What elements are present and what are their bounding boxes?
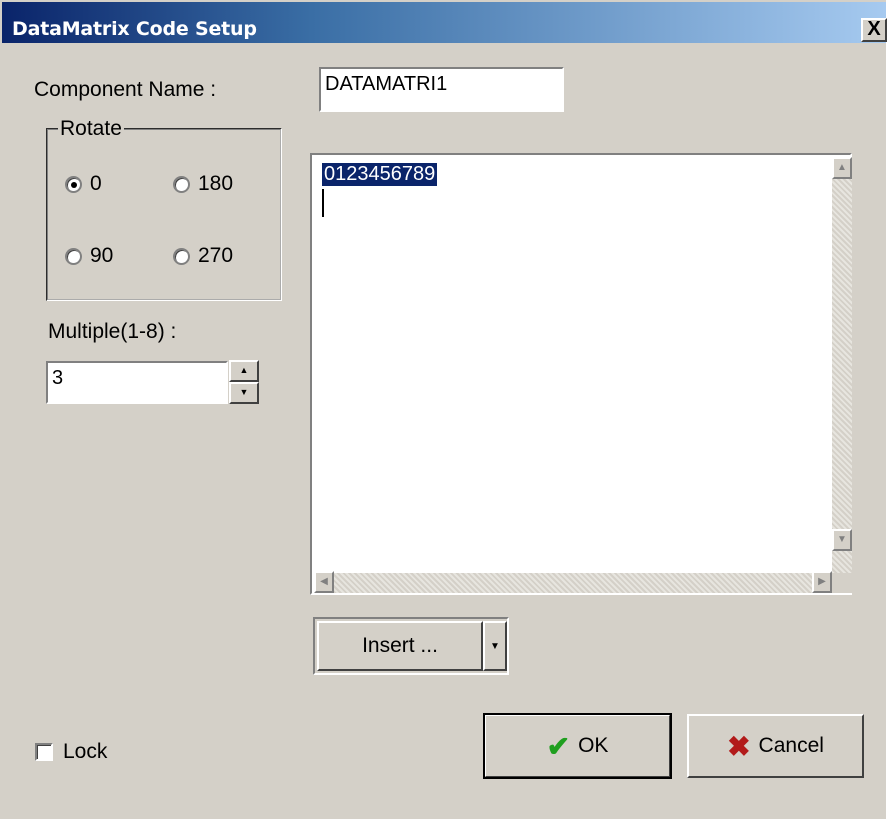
scroll-left-button[interactable]: ◀	[314, 571, 334, 593]
rotate-radio-90[interactable]: 90	[65, 244, 113, 268]
rotate-option-label: 0	[90, 172, 102, 195]
rotate-option-label: 270	[198, 244, 234, 267]
arrow-up-icon: ▲	[837, 162, 847, 173]
cancel-label: Cancel	[758, 734, 824, 757]
content-textarea[interactable]: 0123456789 ▲ ▼ ◀ ▶	[310, 153, 852, 595]
close-button[interactable]: X	[861, 18, 887, 42]
radio-indicator	[173, 247, 190, 265]
lock-label: Lock	[63, 740, 108, 763]
vertical-scrollbar[interactable]: ▲ ▼	[832, 157, 852, 573]
selected-content-text: 0123456789	[322, 163, 438, 186]
arrow-right-icon: ▶	[818, 576, 826, 587]
lock-checkbox[interactable]: Lock	[35, 740, 107, 764]
ok-button[interactable]: ✔ OK	[483, 713, 672, 779]
spin-down-button[interactable]: ▼	[229, 382, 259, 404]
rotate-radio-0[interactable]: 0	[65, 172, 102, 196]
multiple-spinner: ▲ ▼	[229, 360, 259, 405]
radio-indicator	[65, 247, 82, 265]
window-title: DataMatrix Code Setup	[12, 18, 257, 40]
arrow-up-icon: ▲	[239, 365, 249, 375]
multiple-label: Multiple(1-8) :	[48, 320, 177, 343]
ok-label: OK	[578, 734, 609, 757]
close-icon: X	[867, 18, 881, 40]
check-icon: ✔	[546, 730, 571, 762]
insert-button[interactable]: Insert ...	[317, 621, 483, 671]
text-caret	[322, 189, 324, 217]
rotate-option-label: 90	[90, 244, 114, 267]
arrow-left-icon: ◀	[320, 576, 328, 587]
arrow-down-icon: ▼	[837, 534, 847, 545]
multiple-input[interactable]: 3	[46, 361, 228, 404]
radio-indicator	[173, 175, 190, 193]
x-icon: ✖	[727, 730, 751, 762]
insert-dropdown-button[interactable]: ▼	[483, 621, 507, 671]
insert-label: Insert ...	[362, 634, 438, 657]
horizontal-scrollbar[interactable]: ◀ ▶	[314, 571, 832, 593]
rotate-radio-180[interactable]: 180	[173, 172, 233, 196]
rotate-radio-270[interactable]: 270	[173, 244, 233, 268]
component-name-label: Component Name :	[34, 78, 217, 101]
radio-indicator	[65, 175, 82, 193]
title-bar[interactable]: DataMatrix Code Setup X	[2, 2, 887, 43]
rotate-option-label: 180	[198, 172, 234, 195]
scrollbar-corner	[832, 573, 852, 593]
scroll-up-button[interactable]: ▲	[832, 157, 852, 179]
scroll-right-button[interactable]: ▶	[812, 571, 832, 593]
rotate-groupbox	[46, 128, 282, 301]
rotate-legend: Rotate	[58, 117, 124, 141]
scroll-down-button[interactable]: ▼	[832, 529, 852, 551]
checkbox-indicator	[35, 743, 53, 761]
cancel-button[interactable]: ✖ Cancel	[687, 714, 864, 778]
component-name-input[interactable]: DATAMATRI1	[319, 67, 564, 112]
datamatrix-setup-dialog: DataMatrix Code Setup X Component Name :…	[0, 0, 887, 819]
chevron-down-icon: ▼	[490, 640, 500, 652]
arrow-down-icon: ▼	[239, 387, 249, 397]
spin-up-button[interactable]: ▲	[229, 360, 259, 382]
